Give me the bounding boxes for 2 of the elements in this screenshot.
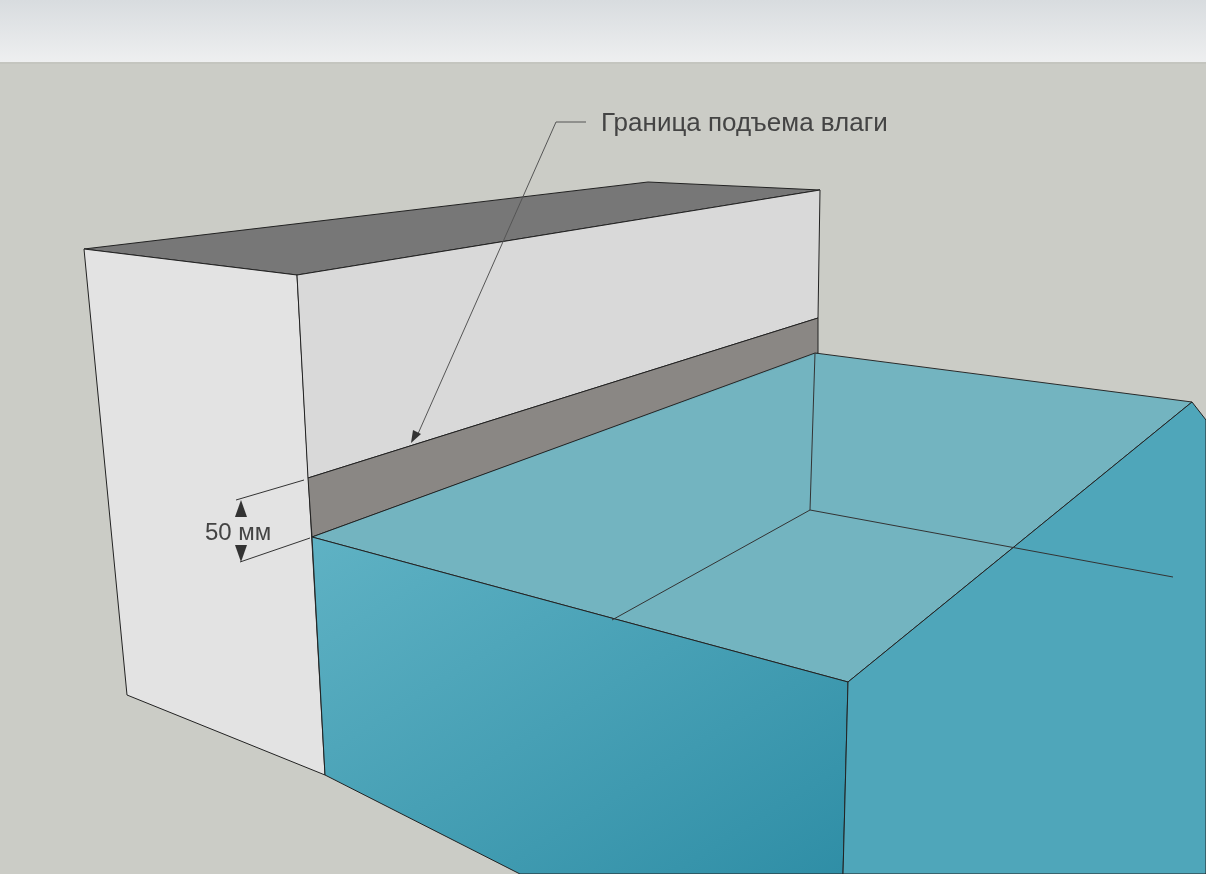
- annotation-label: Граница подъема влаги: [601, 107, 888, 137]
- dimension-label: 50 мм: [205, 518, 272, 545]
